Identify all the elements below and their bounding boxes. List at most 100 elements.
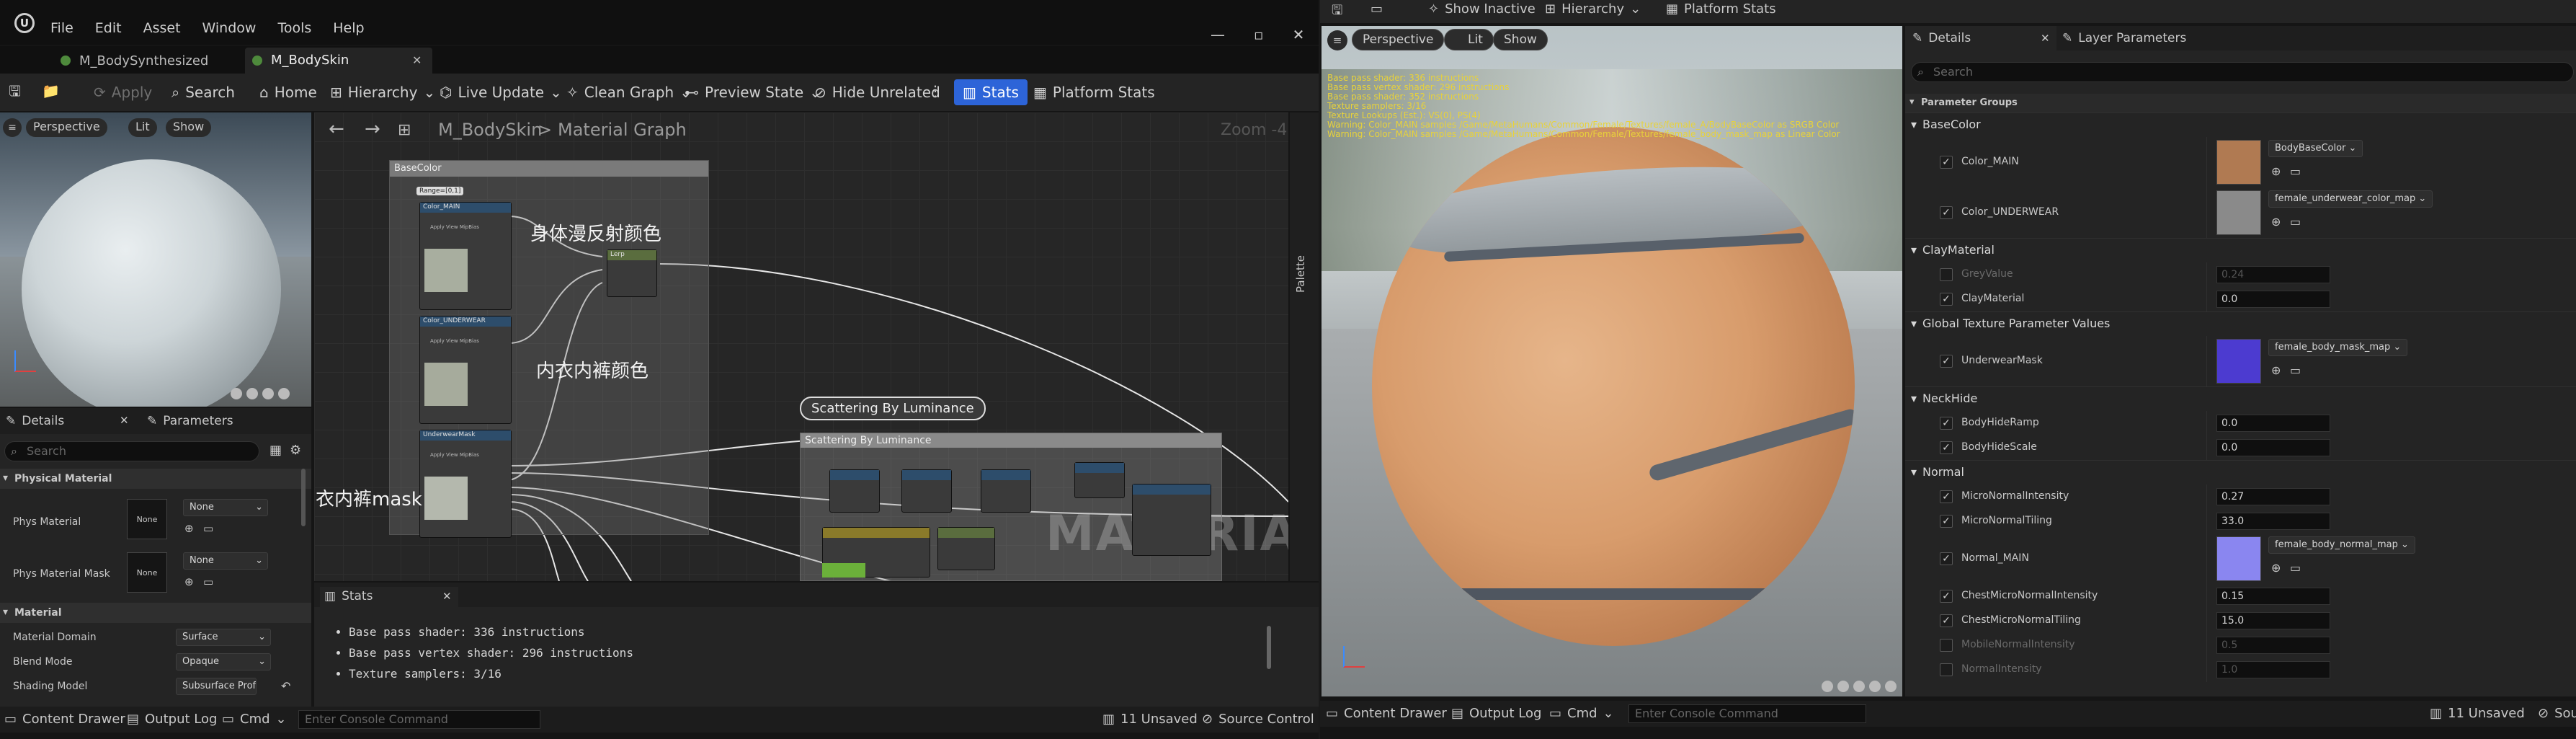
group-header-neckhide[interactable]: ▾ NeckHide [1905,386,2576,410]
param-value-field[interactable]: 0.24 [2216,266,2330,283]
menu-asset[interactable]: Asset [143,20,181,42]
source-control-button[interactable]: ⊘ Sour [2538,706,2576,721]
close-details-icon[interactable]: ✕ [120,414,129,427]
close-icon[interactable]: ✕ [1293,26,1305,43]
cmd-dropdown[interactable]: ▭ Cmd ⌄ [222,712,287,727]
plane-shape-icon[interactable] [1837,681,1849,692]
browse-icon[interactable]: 📁 [42,84,60,98]
param-enable-checkbox[interactable]: ✓ [1940,417,1953,430]
texture-thumbnail[interactable] [2216,140,2261,185]
texture-asset-dropdown[interactable]: female_body_mask_map ⌄ [2268,339,2408,356]
hide-unrelated-button[interactable]: ⊘ Hide Unrelated [814,84,940,101]
details-search-field[interactable]: ⌕ Search [4,441,259,461]
teapot-shape-icon[interactable] [1885,681,1897,692]
param-enable-checkbox[interactable]: ✓ [1940,614,1953,627]
texture-asset-dropdown[interactable]: female_body_normal_map ⌄ [2268,536,2415,554]
source-control-button[interactable]: ⊘ Source Control [1202,712,1314,727]
palette-tab[interactable]: Palette [1290,112,1319,581]
cmd-dropdown[interactable]: ▭ Cmd ⌄ [1549,706,1614,721]
plane-shape-icon[interactable] [246,388,258,399]
console-input[interactable]: Enter Console Command [1628,704,1866,723]
menu-window[interactable]: Window [202,20,257,42]
group-header-global-texture-parameter-values[interactable]: ▾ Global Texture Parameter Values [1905,311,2576,335]
close-details-icon[interactable]: ✕ [2041,32,2050,45]
perspective-button[interactable]: Perspective [26,118,107,137]
param-value-field[interactable]: 15.0 [2216,612,2330,629]
preview-viewport[interactable]: ≡ Perspective Lit Show [0,112,311,407]
texture-thumbnail[interactable] [2216,536,2261,581]
details-scrollbar[interactable] [301,469,306,526]
show-inactive-button[interactable]: ✧ Show Inactive [1428,1,1536,17]
viewport-menu-icon[interactable]: ≡ [1327,30,1347,50]
unsaved-indicator[interactable]: ▥ 11 Unsaved [1102,712,1198,727]
search-button[interactable]: ⌕ Search [171,84,235,101]
unsaved-indicator[interactable]: ▥ 11 Unsaved [2430,706,2525,721]
menu-edit[interactable]: Edit [95,20,122,42]
texture-asset-dropdown[interactable]: female_underwear_color_map ⌄ [2268,190,2433,208]
minimize-icon[interactable]: — [1211,26,1225,43]
comment-scattering[interactable]: Scattering By Luminance MATERIAL [800,433,1288,581]
material-graph[interactable]: ← → ⊞ M_BodySkin > Material Graph Zoom -… [314,112,1288,581]
main-viewport[interactable]: ≡ Perspective Lit Show Base pass shader:… [1322,26,1902,696]
use-selected-icon[interactable]: ⊕ [2271,164,2281,178]
param-value-field[interactable]: 0.0 [2216,415,2330,432]
close-tab-icon[interactable]: ✕ [412,53,422,67]
menu-tools[interactable]: Tools [277,20,311,42]
apply-button[interactable]: ⟳ Apply [94,84,152,101]
material-domain-dropdown[interactable]: Surface ⌄ [176,629,271,646]
more-options-icon[interactable]: ⋮ [928,84,942,98]
show-button[interactable]: Show [1493,29,1548,50]
tab-layer-parameters[interactable]: ✎ Layer Parameters [2062,31,2186,45]
node-scatter-c[interactable] [981,469,1031,513]
node-underwear-mask[interactable]: UnderwearMask Apply View MipBias [419,430,512,538]
close-stats-icon[interactable]: ✕ [442,590,452,603]
section-physical-material[interactable]: ▾ Physical Material [0,469,311,489]
output-log-button[interactable]: ▤ Output Log [1451,706,1541,721]
node-color-underwear[interactable]: Color_UNDERWEAR Apply View MipBias [419,316,512,424]
texture-asset-dropdown[interactable]: BodyBaseColor ⌄ [2268,140,2363,157]
phys-material-thumb[interactable]: None [127,499,167,539]
perspective-button[interactable]: Perspective [1352,29,1445,50]
hierarchy-button[interactable]: ⊞ Hierarchy ⌄ [1545,1,1641,17]
save-icon[interactable]: 🖫 [9,84,21,98]
stats-tab[interactable]: ▥ Stats [320,587,458,607]
param-enable-checkbox[interactable]: ✓ [1940,552,1953,565]
node-scatter-d[interactable] [1074,462,1125,498]
right-search-field[interactable]: ⌕ Search [1911,62,2574,82]
cube-shape-icon[interactable] [1853,681,1865,692]
blend-mode-dropdown[interactable]: Opaque ⌄ [176,653,271,671]
browse-icon[interactable]: ▭ [1371,1,1383,17]
param-enable-checkbox[interactable]: ✓ [1940,206,1953,219]
grid-view-icon[interactable]: ▦ [269,443,282,458]
lit-button[interactable]: Lit [1444,29,1494,50]
cylinder-shape-icon[interactable] [1869,681,1881,692]
group-header-claymaterial[interactable]: ▾ ClayMaterial [1905,238,2576,261]
node-scatter-b[interactable] [901,469,952,513]
live-update-button[interactable]: ⌬ Live Update ⌄ [440,84,562,101]
browse-asset-icon[interactable]: ▭ [203,575,213,588]
preview-state-button[interactable]: ⊷ Preview State ⌄ [685,84,821,101]
param-value-field[interactable]: 0.0 [2216,291,2330,308]
browse-asset-icon[interactable]: ▭ [2290,164,2301,178]
param-value-field[interactable]: 1.0 [2216,661,2330,678]
use-selected-icon[interactable]: ⊕ [2271,215,2281,229]
group-header-normal[interactable]: ▾ Normal [1905,460,2576,483]
phys-material-mask-dropdown[interactable]: None ⌄ [183,552,268,570]
browse-asset-icon[interactable]: ▭ [203,522,213,535]
maximize-icon[interactable]: ▫ [1254,26,1264,43]
home-button[interactable]: ⌂ Home [259,84,317,101]
texture-thumbnail[interactable] [2216,339,2261,384]
tab-details[interactable]: ✎ Details [1905,26,2056,50]
menu-help[interactable]: Help [333,20,364,42]
platform-stats-button[interactable]: ▦ Platform Stats [1033,84,1155,101]
section-material[interactable]: ▾ Material [0,603,311,623]
group-header-basecolor[interactable]: ▾ BaseColor [1905,112,2576,136]
param-enable-checkbox[interactable]: ✓ [1940,156,1953,169]
tab-m-bodysynthesized[interactable]: M_BodySynthesized [58,49,238,74]
stats-scrollbar[interactable] [1267,626,1271,669]
tab-m-bodyskin[interactable]: M_BodySkin ✕ [245,48,432,74]
tab-details[interactable]: ✎ Details [6,414,64,428]
param-enable-checkbox[interactable]: ✓ [1940,590,1953,603]
content-drawer-button[interactable]: ▭ Content Drawer [1326,706,1447,721]
sphere-shape-icon[interactable] [1822,681,1833,692]
